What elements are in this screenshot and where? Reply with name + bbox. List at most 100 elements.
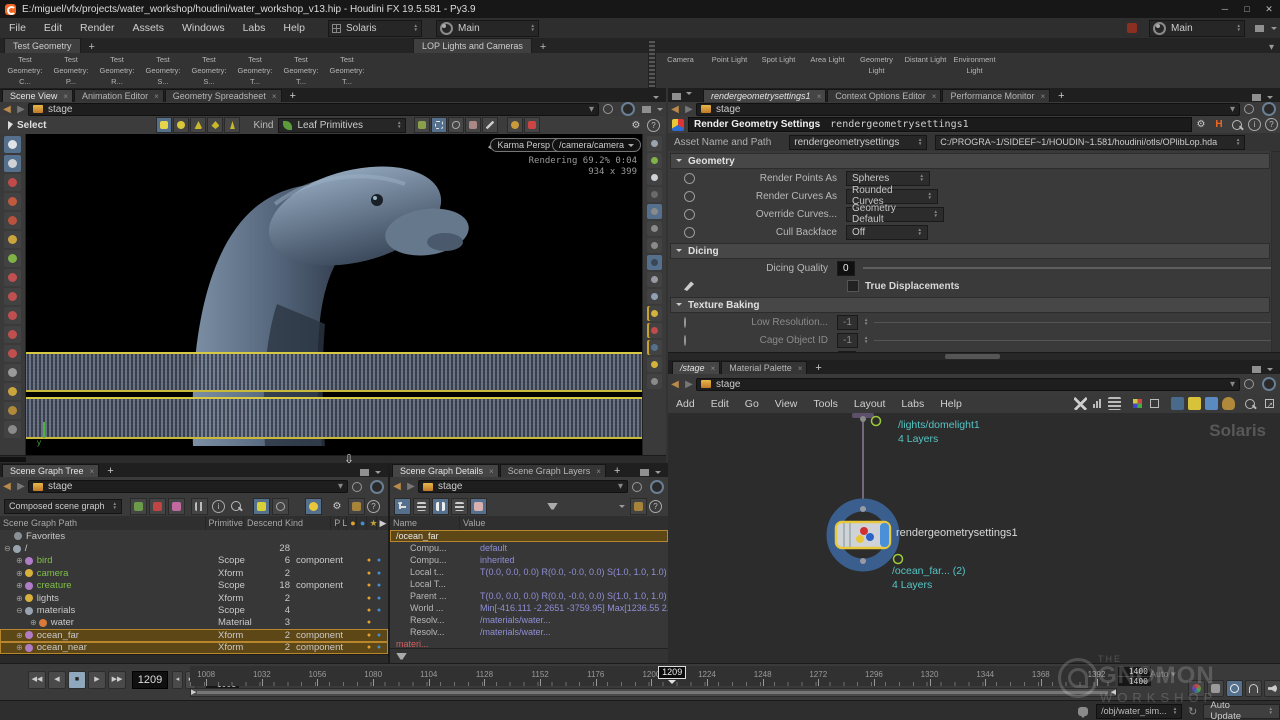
details-row[interactable]: Resolv... /materials/water...	[390, 614, 668, 626]
section-texture-baking[interactable]: Texture Baking	[670, 297, 1270, 313]
node-label[interactable]: rendergeometrysettings1	[896, 527, 1018, 539]
add-pane-tab-button[interactable]: +	[100, 465, 120, 477]
list-icon[interactable]	[1108, 397, 1121, 410]
param-node-icon[interactable]	[684, 209, 695, 220]
pane-tab[interactable]: Geometry Spreadsheet×	[165, 89, 282, 102]
gear-icon[interactable]: ⚙	[1194, 119, 1208, 130]
column-scene-graph-path[interactable]: Scene Graph Path	[0, 516, 206, 530]
render-filter-icon[interactable]	[149, 498, 166, 515]
visibility-toggle-icon[interactable]: ●	[374, 582, 384, 589]
menu-item[interactable]: Windows	[173, 18, 234, 38]
viewport-tool-icon[interactable]	[4, 288, 21, 305]
details-row[interactable]: World ... Min[-416.111 -2.2651 -3759.95]…	[390, 602, 668, 614]
notification-icon[interactable]	[1127, 23, 1137, 33]
jump-icon[interactable]: ↗	[1263, 397, 1276, 410]
layout-grid-icon[interactable]	[1148, 397, 1161, 410]
shelf-tool[interactable]: Test Geometry: T...	[324, 54, 370, 88]
viewport[interactable]: Karma Persp /camera/camera Rendering 69.…	[0, 134, 666, 455]
section-geometry[interactable]: Geometry	[670, 153, 1270, 169]
menu-item[interactable]: Labs	[234, 18, 275, 38]
pane-icon[interactable]	[640, 469, 649, 476]
playback-end-field[interactable]: 1400	[1118, 677, 1151, 686]
select-edges-icon[interactable]	[190, 117, 206, 133]
expander-icon[interactable]: ⊖	[16, 606, 23, 615]
menu-item[interactable]: Add	[668, 394, 703, 414]
add-shelf-tab-button[interactable]: +	[532, 41, 554, 53]
matte-filter-icon[interactable]	[168, 498, 185, 515]
pane-tab[interactable]: /stage×	[672, 361, 720, 374]
section-dicing[interactable]: Dicing	[670, 243, 1270, 259]
help-icon[interactable]: ?	[647, 119, 660, 132]
viewport-tool-icon[interactable]	[4, 345, 21, 362]
select-all-mode-icon[interactable]	[156, 117, 172, 133]
menu-item[interactable]: Edit	[35, 18, 71, 38]
visibility-toggle-icon[interactable]: ●	[374, 557, 384, 564]
close-tab-icon[interactable]: ×	[798, 364, 803, 373]
viewport-tool-icon[interactable]	[4, 193, 21, 210]
tree-row[interactable]: ⊕ ocean_far Xform 2 component ● ● · ▶	[0, 629, 388, 641]
details-filter-bar[interactable]	[390, 648, 668, 663]
viewport-tool-icon[interactable]	[4, 307, 21, 324]
pane-tab[interactable]: Animation Editor×	[74, 89, 164, 102]
shelf-divider-grip[interactable]	[648, 40, 656, 88]
param-dropdown[interactable]: Spheres▲▼	[846, 171, 930, 186]
jump-end-button[interactable]: ▶▶	[108, 671, 126, 689]
prev-frame-button[interactable]: ◀	[48, 671, 66, 689]
playback-color-icon[interactable]	[1188, 680, 1205, 697]
radial-menu-icon[interactable]	[650, 480, 664, 494]
light-linker-icon[interactable]	[305, 498, 322, 515]
shelf-tool[interactable]: Test Geometry: T...	[278, 54, 324, 88]
filter-funnel-icon[interactable]	[547, 503, 558, 510]
pause-icon[interactable]	[432, 498, 449, 515]
column-descend[interactable]: Descend	[244, 516, 282, 530]
details-row[interactable]: Compu... default	[390, 542, 668, 554]
pane-icon[interactable]	[672, 93, 681, 100]
viewport-tool-icon[interactable]	[4, 383, 21, 400]
param-dropdown[interactable]: Off▲▼	[846, 225, 928, 240]
info-icon[interactable]: i	[1248, 118, 1261, 131]
activation-toggle-icon[interactable]: ●	[364, 632, 374, 639]
flat-view-icon[interactable]	[451, 498, 468, 515]
trs-values-icon[interactable]	[470, 498, 487, 515]
menu-item[interactable]: Help	[274, 18, 314, 38]
jump-start-button[interactable]: ◀◀	[28, 671, 46, 689]
visibility-toggle-icon[interactable]: ●	[374, 607, 384, 614]
viewport-tool-icon[interactable]	[4, 212, 21, 229]
display-toggle-icon[interactable]	[647, 255, 662, 270]
activation-toggle-icon[interactable]: ●	[364, 595, 374, 602]
forward-arrow-icon[interactable]: ▶	[682, 379, 696, 390]
menu-item[interactable]: Assets	[123, 18, 173, 38]
close-tab-icon[interactable]: ×	[489, 467, 494, 476]
snapshot-icon[interactable]	[642, 106, 651, 113]
tree-row[interactable]: ⊕ water Material 3 ● ● · ▶	[0, 617, 388, 629]
list-view-icon[interactable]	[413, 498, 430, 515]
display-toggle-icon[interactable]	[647, 340, 662, 355]
shelf-tool[interactable]: Distant Light	[901, 54, 950, 88]
forward-arrow-icon[interactable]: ▶	[14, 104, 28, 115]
pane-menu-arrow[interactable]	[657, 108, 663, 114]
shelf-tool[interactable]: Test Geometry: R...	[94, 54, 140, 88]
pane-icon[interactable]	[360, 469, 369, 476]
expander-icon[interactable]: ⊖	[4, 544, 11, 553]
menu-item[interactable]: Tools	[805, 394, 846, 414]
close-tab-icon[interactable]: ×	[711, 364, 716, 373]
sticky-note-icon[interactable]	[1188, 397, 1201, 410]
details-row[interactable]: Resolv... /materials/water...	[390, 626, 668, 638]
path-field[interactable]: stage ▾	[696, 103, 1240, 116]
expander-icon[interactable]: ⊕	[30, 618, 37, 627]
menu-item[interactable]: Go	[737, 394, 767, 414]
pin-icon[interactable]	[1244, 104, 1254, 114]
menu-item[interactable]: Render	[71, 18, 123, 38]
desktop-selector[interactable]: Solaris ▲▼	[328, 20, 422, 37]
graph-mode-dropdown[interactable]: Composed scene graph▲▼	[4, 499, 122, 514]
tree-row[interactable]: ⊕ bird Scope 6 component ● ● · ▶	[0, 555, 388, 567]
tree-row[interactable]: ⊕ ocean_near Xform 2 component ● ● · ▶	[0, 642, 388, 654]
stop-button[interactable]: ■	[68, 671, 86, 689]
details-row[interactable]: materi...	[390, 638, 668, 648]
expander-icon[interactable]: ⊕	[16, 556, 23, 565]
select-front-icon[interactable]	[507, 117, 523, 133]
column-activation[interactable]: ●	[347, 516, 357, 530]
shelf-menu-arrow[interactable]: ▾	[1269, 42, 1280, 53]
column-primitive[interactable]: Primitive	[206, 516, 245, 530]
expander-icon[interactable]: ⊕	[16, 594, 23, 603]
